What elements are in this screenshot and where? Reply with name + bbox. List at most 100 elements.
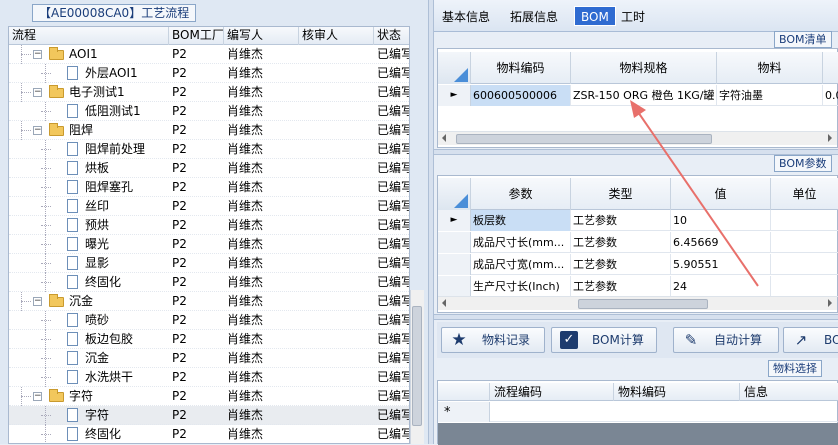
tree-scroll-thumb[interactable] bbox=[412, 306, 422, 426]
bom-param-row[interactable]: ► 板层数 工艺参数 10 bbox=[438, 210, 838, 231]
cell-type[interactable]: 工艺参数 bbox=[571, 210, 671, 231]
cell-param[interactable]: 板层数 bbox=[471, 210, 571, 231]
cell-param[interactable]: 生产尺寸长(Inch) bbox=[471, 276, 571, 297]
cell-type[interactable]: 工艺参数 bbox=[571, 276, 671, 297]
cell-material-spec[interactable]: ZSR-150 ORG 橙色 1KG/罐 bbox=[571, 85, 717, 106]
tree-group-row[interactable]: − 电子测试1 P2 肖维杰 已编写 bbox=[9, 83, 410, 102]
cell-reviewer bbox=[302, 64, 374, 83]
cell-extra[interactable]: 0.0 bbox=[823, 85, 838, 106]
col-header-material-spec[interactable]: 物料规格 bbox=[571, 52, 717, 84]
col-header-status[interactable]: 状态 bbox=[374, 27, 409, 45]
tree-step-row[interactable]: 阻焊塞孔 P2 肖维杰 已编写 bbox=[9, 178, 409, 197]
col-header-value[interactable]: 值 bbox=[671, 178, 771, 210]
tab-bom[interactable]: BOM bbox=[574, 6, 616, 26]
tree-group-row[interactable]: − 阻焊 P2 肖维杰 已编写 bbox=[9, 121, 410, 140]
bom-list-h-scrollbar[interactable] bbox=[438, 131, 837, 145]
cell-unit[interactable] bbox=[771, 210, 838, 231]
tree-connector bbox=[21, 292, 22, 311]
tree-group-row[interactable]: − AOI1 P2 肖维杰 已编写 bbox=[9, 45, 410, 64]
bom-params-h-thumb[interactable] bbox=[578, 299, 708, 309]
bom-calc-button[interactable]: ✓ BOM计算 bbox=[551, 327, 657, 353]
tree-step-row[interactable]: 终固化 P2 肖维杰 已编写 bbox=[9, 425, 409, 443]
cell-status: 已编写 bbox=[377, 123, 410, 137]
collapse-icon[interactable]: − bbox=[33, 88, 42, 97]
bom-extra-button[interactable]: ↗ BO bbox=[783, 327, 838, 353]
bom-list-h-thumb[interactable] bbox=[456, 134, 712, 144]
col-header-flow-code[interactable]: 流程编码 bbox=[490, 383, 614, 401]
tree-step-row[interactable]: 烘板 P2 肖维杰 已编写 bbox=[9, 159, 409, 178]
tree-step-row[interactable]: 外层AOI1 P2 肖维杰 已编写 bbox=[9, 64, 409, 83]
col-header-material-code-2[interactable]: 物料编码 bbox=[614, 383, 740, 401]
col-header-param[interactable]: 参数 bbox=[471, 178, 571, 210]
collapse-icon[interactable]: − bbox=[33, 126, 42, 135]
bom-param-row[interactable]: 成品尺寸宽(mm... 工艺参数 5.90551 bbox=[438, 254, 838, 275]
collapse-icon[interactable]: − bbox=[33, 297, 42, 306]
cell-type[interactable]: 工艺参数 bbox=[571, 254, 671, 275]
horizontal-splitter-2[interactable] bbox=[434, 314, 838, 320]
cell-material-code[interactable]: 600600500006 bbox=[471, 85, 571, 106]
cell-status: 已编写 bbox=[377, 85, 410, 99]
tab-work-hours[interactable]: 工时 bbox=[615, 7, 651, 27]
tab-basic-info[interactable]: 基本信息 bbox=[436, 7, 496, 27]
tree-step-row[interactable]: 阻焊前处理 P2 肖维杰 已编写 bbox=[9, 140, 409, 159]
tree-step-row[interactable]: 沉金 P2 肖维杰 已编写 bbox=[9, 349, 409, 368]
select-all-corner-params[interactable] bbox=[438, 178, 471, 210]
col-header-type[interactable]: 类型 bbox=[571, 178, 671, 210]
process-tree[interactable]: 流程 BOM工厂 编写人 核审人 状态 − AOI1 P2 肖维杰 已编写 外层AOI1 P… bbox=[8, 26, 410, 444]
select-all-corner[interactable] bbox=[438, 52, 471, 84]
cell-unit[interactable] bbox=[771, 276, 838, 297]
col-header-material[interactable]: 物料 bbox=[717, 52, 823, 84]
tree-step-row[interactable]: 低阻测试1 P2 肖维杰 已编写 bbox=[9, 102, 409, 121]
cell-flow-name: 阻焊前处理 bbox=[85, 142, 146, 156]
bom-param-row[interactable]: 成品尺寸长(mm... 工艺参数 6.45669 bbox=[438, 232, 838, 253]
new-row[interactable]: * bbox=[438, 402, 838, 422]
vertical-splitter[interactable] bbox=[428, 0, 434, 444]
col-header-author[interactable]: 编写人 bbox=[224, 27, 299, 45]
tree-step-row[interactable]: 曝光 P2 肖维杰 已编写 bbox=[9, 235, 409, 254]
scroll-left-icon[interactable] bbox=[442, 299, 446, 307]
col-header-info[interactable]: 信息 bbox=[740, 383, 838, 401]
cell-value[interactable]: 5.90551 bbox=[671, 254, 771, 275]
tree-group-row[interactable]: − 沉金 P2 肖维杰 已编写 bbox=[9, 292, 409, 311]
cell-author: 肖维杰 bbox=[227, 47, 264, 61]
cell-type[interactable]: 工艺参数 bbox=[571, 232, 671, 253]
cell-material[interactable]: 字符油墨 bbox=[717, 85, 823, 106]
scroll-right-icon[interactable] bbox=[828, 134, 832, 142]
tree-step-row[interactable]: 板边包胶 P2 肖维杰 已编写 bbox=[9, 330, 409, 349]
col-header-material-code[interactable]: 物料编码 bbox=[471, 52, 571, 84]
cell-unit[interactable] bbox=[771, 232, 838, 253]
tab-extended-info[interactable]: 拓展信息 bbox=[504, 7, 564, 27]
tree-step-row[interactable]: 终固化 P2 肖维杰 已编写 bbox=[9, 273, 409, 292]
tree-step-row[interactable]: 喷砂 P2 肖维杰 已编写 bbox=[9, 311, 409, 330]
col-header-flow[interactable]: 流程 bbox=[9, 27, 169, 45]
col-header-bom-factory[interactable]: BOM工厂 bbox=[169, 27, 224, 45]
bom-param-row[interactable]: 生产尺寸长(Inch) 工艺参数 24 bbox=[438, 276, 838, 297]
cell-unit[interactable] bbox=[771, 254, 838, 275]
tree-step-row[interactable]: 显影 P2 肖维杰 已编写 bbox=[9, 254, 409, 273]
bom-list-row[interactable]: ► 600600500006 ZSR-150 ORG 橙色 1KG/罐 字符油墨… bbox=[438, 85, 838, 106]
cell-param[interactable]: 成品尺寸宽(mm... bbox=[471, 254, 571, 275]
col-header-unit[interactable]: 单位 bbox=[771, 178, 838, 210]
cell-flow-name: 字符 bbox=[69, 389, 94, 403]
bom-params-h-scrollbar[interactable] bbox=[438, 296, 837, 310]
folder-icon bbox=[49, 85, 64, 98]
cell-bom-factory: P2 bbox=[172, 408, 187, 422]
scroll-right-icon[interactable] bbox=[828, 299, 832, 307]
cell-value[interactable]: 24 bbox=[671, 276, 771, 297]
tree-step-row[interactable]: 预烘 P2 肖维杰 已编写 bbox=[9, 216, 409, 235]
tree-step-row[interactable]: 字符 P2 肖维杰 已编写 bbox=[9, 406, 409, 425]
cell-value[interactable]: 10 bbox=[671, 210, 771, 231]
cell-status: 已编写 bbox=[377, 47, 410, 61]
material-record-button[interactable]: ★ 物料记录 bbox=[441, 327, 545, 353]
row-header-corner bbox=[438, 383, 490, 401]
collapse-icon[interactable]: − bbox=[33, 392, 42, 401]
tree-step-row[interactable]: 水洗烘干 P2 肖维杰 已编写 bbox=[9, 368, 409, 387]
col-header-reviewer[interactable]: 核审人 bbox=[299, 27, 374, 45]
tree-group-row[interactable]: − 字符 P2 肖维杰 已编写 bbox=[9, 387, 409, 406]
scroll-left-icon[interactable] bbox=[442, 134, 446, 142]
cell-value[interactable]: 6.45669 bbox=[671, 232, 771, 253]
tree-step-row[interactable]: 丝印 P2 肖维杰 已编写 bbox=[9, 197, 409, 216]
cell-param[interactable]: 成品尺寸长(mm... bbox=[471, 232, 571, 253]
collapse-icon[interactable]: − bbox=[33, 50, 42, 59]
auto-calc-button[interactable]: ✎ 自动计算 bbox=[673, 327, 779, 353]
